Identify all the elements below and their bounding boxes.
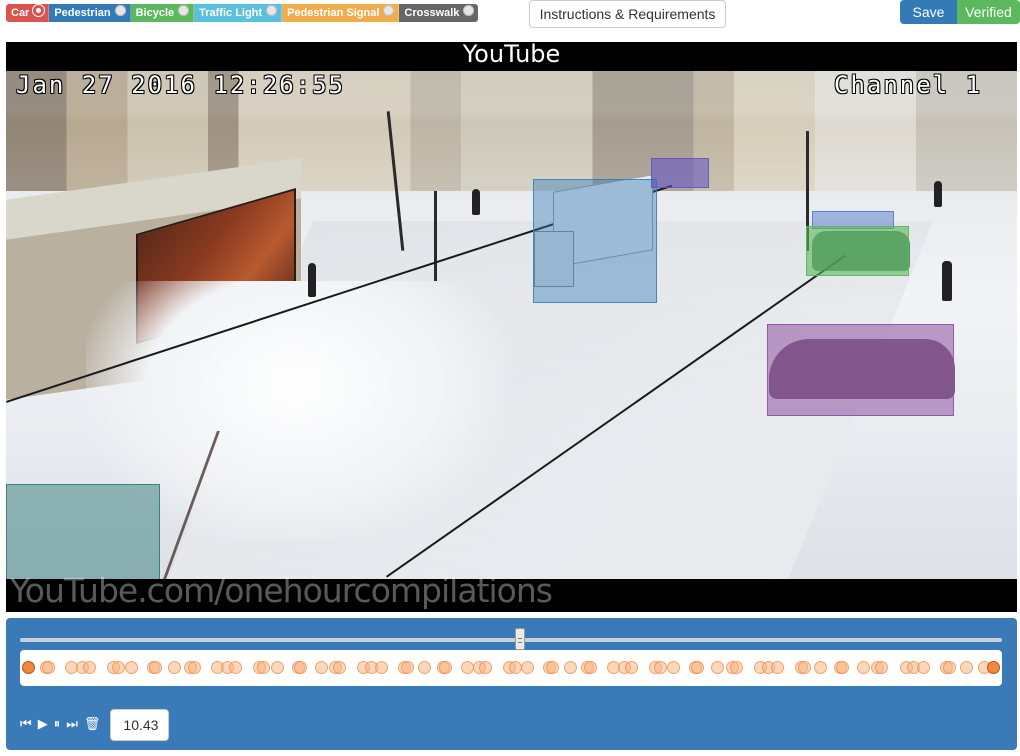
keyframe-marker[interactable] [82,661,96,674]
camera-scene [6,71,1017,579]
keyframe-marker[interactable] [857,661,871,674]
keyframe-marker[interactable] [439,661,453,674]
annotation-box-truck[interactable] [533,179,657,303]
label-car-button[interactable]: Car [6,4,50,22]
pedestrian-figure [934,181,942,207]
label-car-text: Car [11,7,30,19]
keyframe-marker[interactable] [987,661,1000,674]
label-pedestrian-button[interactable]: Pedestrian [49,4,131,22]
keyframe-marker[interactable] [917,661,931,674]
keyframe-marker[interactable] [564,661,578,674]
keyframe-marker[interactable] [228,661,242,674]
keyframe-marker[interactable] [149,661,163,674]
player-controls: ⏮ ▶ ⏸ ⏭ 🗑 [20,709,170,741]
keyframe-marker[interactable] [112,661,126,674]
keyframe-marker[interactable] [875,661,889,674]
keyframe-marker[interactable] [42,661,56,674]
label-traffic-light-text: Traffic Light [199,7,263,19]
camera-timestamp: Jan 27 2016 12:26:55 [16,71,345,99]
instructions-button[interactable]: Instructions & Requirements [529,0,726,28]
save-button[interactable]: Save [900,0,957,24]
annotation-tool: Car Pedestrian Bicycle Traffic Light Ped… [0,0,1020,756]
label-pedestrian-text: Pedestrian [54,7,111,19]
keyframe-marker[interactable] [584,661,598,674]
keyframe-marker[interactable] [835,661,849,674]
keyframe-marker[interactable] [256,661,270,674]
timeline-scrubber[interactable] [20,628,1002,650]
time-input[interactable] [110,709,170,741]
keyframe-marker[interactable] [624,661,638,674]
play-icon[interactable]: ▶ [38,718,48,732]
skip-start-icon[interactable]: ⏮ [20,718,32,732]
keyframe-marker[interactable] [667,661,681,674]
keyframe-marker[interactable] [813,661,827,674]
label-bicycle-text: Bicycle [135,7,175,19]
radio-indicator-icon [178,4,190,16]
radio-indicator-icon [33,4,45,16]
skip-end-icon[interactable]: ⏭ [66,718,78,732]
pedestrian-figure [942,261,952,301]
keyframe-marker[interactable] [22,661,35,674]
sign-pole [434,191,437,281]
video-watermark: YouTube.com/onehourcompilations [10,571,553,610]
player-panel: ⏮ ▶ ⏸ ⏭ 🗑 [6,618,1017,750]
keyframe-track[interactable] [20,650,1002,686]
label-selector: Car Pedestrian Bicycle Traffic Light Ped… [6,4,479,22]
label-pedestrian-signal-text: Pedestrian Signal [287,7,380,19]
trash-icon[interactable]: 🗑 [84,718,101,732]
keyframe-marker[interactable] [401,661,415,674]
keyframe-marker[interactable] [417,661,431,674]
radio-indicator-icon [266,4,278,16]
keyframe-marker[interactable] [271,661,285,674]
camera-channel: Channel 1 [834,71,983,99]
label-pedestrian-signal-button[interactable]: Pedestrian Signal [282,4,400,22]
keyframe-marker[interactable] [187,661,201,674]
keyframe-marker[interactable] [710,661,724,674]
keyframe-marker[interactable] [943,661,957,674]
keyframe-marker[interactable] [960,661,974,674]
radio-indicator-icon [383,4,395,16]
keyframe-marker[interactable] [729,661,743,674]
label-traffic-light-button[interactable]: Traffic Light [194,4,283,22]
keyframe-marker[interactable] [479,661,493,674]
keyframe-marker[interactable] [125,661,139,674]
annotation-box-car[interactable] [6,484,160,579]
keyframe-marker[interactable] [770,661,784,674]
keyframe-marker[interactable] [314,661,328,674]
keyframe-marker[interactable] [653,661,667,674]
keyframe-marker[interactable] [374,661,388,674]
keyframe-marker[interactable] [521,661,535,674]
scrubber-handle[interactable] [514,628,525,650]
radio-indicator-icon [463,4,475,16]
keyframe-marker[interactable] [168,661,182,674]
keyframe-marker[interactable] [294,661,308,674]
pause-icon[interactable]: ⏸ [54,718,61,732]
keyframe-marker[interactable] [798,661,812,674]
annotation-box-car[interactable] [806,226,909,276]
annotation-box-car[interactable] [651,158,709,188]
verified-button[interactable]: Verified [957,0,1020,24]
label-bicycle-button[interactable]: Bicycle [130,4,195,22]
pedestrian-figure [308,263,316,297]
youtube-logo: YouTube [462,42,561,68]
keyframe-marker[interactable] [546,661,560,674]
video-frame[interactable]: YouTube Jan 27 2016 12:26:55 Channel 1 Y… [6,42,1017,612]
label-crosswalk-button[interactable]: Crosswalk [399,4,479,22]
label-crosswalk-text: Crosswalk [404,7,460,19]
pedestrian-figure [472,189,480,215]
radio-indicator-icon [114,4,126,16]
annotation-box-car[interactable] [767,324,954,416]
keyframe-marker[interactable] [333,661,347,674]
keyframe-marker[interactable] [690,661,704,674]
keyframe-marker[interactable] [461,661,475,674]
